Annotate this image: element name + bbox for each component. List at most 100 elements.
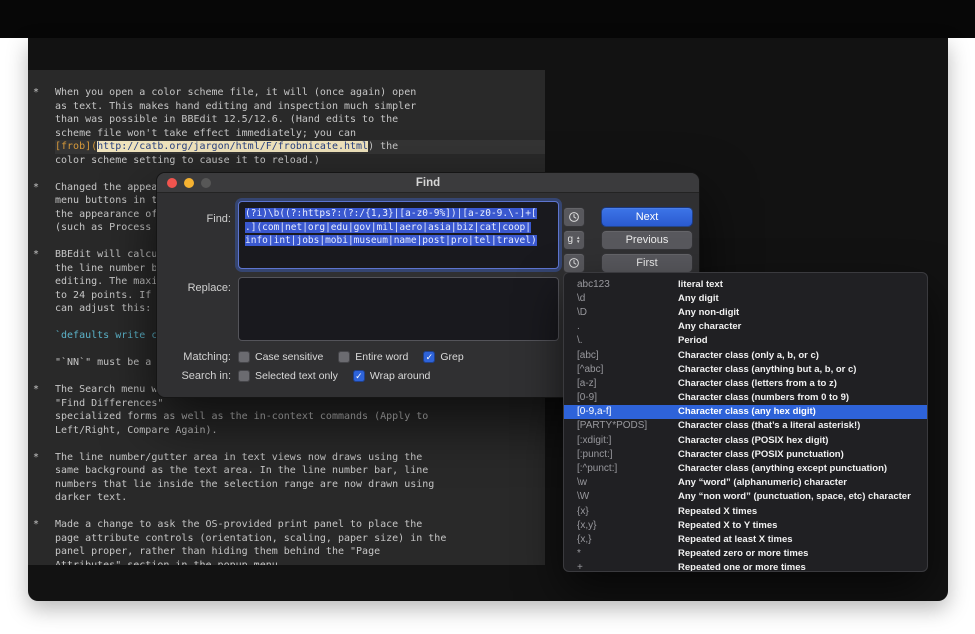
checkbox-entire-word[interactable]: Entire word <box>338 351 408 363</box>
pattern-description: Character class (any hex digit) <box>678 406 816 417</box>
pattern-description: Period <box>678 335 708 346</box>
pattern: \d <box>564 293 678 304</box>
grep-menu-item[interactable]: {x,}Repeated at least X times <box>564 532 927 546</box>
grep-menu-item[interactable]: [:xdigit:]Character class (POSIX hex dig… <box>564 433 927 447</box>
grep-menu-item[interactable]: \wAny “word” (alphanumeric) character <box>564 476 927 490</box>
pattern: \W <box>564 491 678 502</box>
first-button[interactable]: First <box>601 253 693 273</box>
matching-options: Case sensitive Entire word ✓ Grep <box>238 349 464 364</box>
checkbox-label: Entire word <box>355 351 408 363</box>
find-label: Find: <box>157 213 231 225</box>
grep-menu-item[interactable]: [0-9,a-f]Character class (any hex digit) <box>564 405 927 419</box>
grep-menu-item[interactable]: [a-z]Character class (letters from a to … <box>564 376 927 390</box>
pattern: {x,} <box>564 534 678 545</box>
find-history-button[interactable] <box>563 207 585 227</box>
editor-line: numbers that lie inside the selection ra… <box>55 478 545 492</box>
highlighted-url[interactable]: http://catb.org/jargon/html/F/frobnicate… <box>97 141 368 152</box>
release-note-item: *Made a change to ask the OS-provided pr… <box>28 518 545 565</box>
bullet: * <box>33 451 39 465</box>
pattern-description: Repeated X to Y times <box>678 520 777 531</box>
editor-line: color scheme setting to cause it to relo… <box>55 154 545 168</box>
pattern-description: Character class (that’s a literal asteri… <box>678 420 860 431</box>
grep-menu-item[interactable]: .Any character <box>564 320 927 334</box>
editor-line: darker text. <box>55 491 545 505</box>
next-button[interactable]: Next <box>601 207 693 227</box>
top-banner <box>0 0 975 38</box>
checkbox-unchecked[interactable] <box>238 351 250 363</box>
popup-arrows-icon: ▲▼ <box>576 236 580 245</box>
pattern: [abc] <box>564 350 678 361</box>
pattern-description: Character class (anything but a, b, or c… <box>678 364 856 375</box>
clock-icon <box>568 211 580 223</box>
pattern: {x} <box>564 506 678 517</box>
search-in-options: Selected text only ✓ Wrap around <box>238 368 430 383</box>
matching-label: Matching: <box>157 351 231 363</box>
find-text-line: (?i)\b((?:https?:(?:/{1,3}|[a-z0-9%])|[a… <box>245 207 552 221</box>
grep-menu-item[interactable]: *Repeated zero or more times <box>564 547 927 561</box>
pattern: \w <box>564 477 678 488</box>
grep-menu-item[interactable]: +Repeated one or more times <box>564 561 927 572</box>
pattern: [^abc] <box>564 364 678 375</box>
editor-line: page attribute controls (orientation, sc… <box>55 532 545 546</box>
previous-button[interactable]: Previous <box>601 230 693 250</box>
grep-menu-item[interactable]: {x}Repeated X times <box>564 504 927 518</box>
pattern: [0-9,a-f] <box>564 406 678 417</box>
line-tail: ) the <box>368 141 398 152</box>
grep-menu-item[interactable]: {x,y}Repeated X to Y times <box>564 518 927 532</box>
grep-menu-item[interactable]: [abc]Character class (only a, b, or c) <box>564 348 927 362</box>
grep-menu-item[interactable]: [PARTY*PODS]Character class (that’s a li… <box>564 419 927 433</box>
grep-pattern-menu-button[interactable]: g ▲▼ <box>563 230 585 250</box>
grep-menu-item[interactable]: [^abc]Character class (anything but a, b… <box>564 362 927 376</box>
editor-line: When you open a color scheme file, it wi… <box>55 86 545 100</box>
release-note-item: *The line number/gutter area in text vie… <box>28 451 545 505</box>
bullet: * <box>33 248 39 262</box>
grep-menu-item[interactable]: [:^punct:]Character class (anything exce… <box>564 461 927 475</box>
checkbox-grep[interactable]: ✓ Grep <box>423 351 463 363</box>
pattern: [:xdigit:] <box>564 435 678 446</box>
grep-menu-item[interactable]: abc123literal text <box>564 277 927 291</box>
find-input[interactable]: (?i)\b((?:https?:(?:/{1,3}|[a-z0-9%])|[a… <box>238 201 559 269</box>
pattern: [a-z] <box>564 378 678 389</box>
checkbox-selected-text-only[interactable]: Selected text only <box>238 370 338 382</box>
grep-menu-item[interactable]: \WAny “non word” (punctuation, space, et… <box>564 490 927 504</box>
editor-line: "Find Differences" <box>55 397 545 411</box>
editor-line: Left/Right, Compare Again). <box>55 424 545 438</box>
checkbox-unchecked[interactable] <box>338 351 350 363</box>
checkbox-case-sensitive[interactable]: Case sensitive <box>238 351 323 363</box>
pattern-description: Character class (only a, b, or c) <box>678 350 819 361</box>
checkbox-wrap-around[interactable]: ✓ Wrap around <box>353 370 431 382</box>
editor-line: same background as the text area. In the… <box>55 464 545 478</box>
checkbox-checked[interactable]: ✓ <box>353 370 365 382</box>
pattern: {x,y} <box>564 520 678 531</box>
pattern: . <box>564 321 678 332</box>
editor-line: panel proper, rather than hiding them be… <box>55 545 545 559</box>
grep-menu-item[interactable]: \dAny digit <box>564 291 927 305</box>
checkbox-label: Case sensitive <box>255 351 323 363</box>
grep-cheatsheet-menu: abc123literal text\dAny digit\DAny non-d… <box>563 272 928 572</box>
replace-input[interactable] <box>238 277 559 341</box>
grep-menu-item[interactable]: \DAny non-digit <box>564 305 927 319</box>
grep-menu-item[interactable]: \.Period <box>564 334 927 348</box>
dialog-titlebar[interactable]: Find <box>157 173 699 193</box>
checkbox-label: Wrap around <box>370 370 431 382</box>
pattern-description: Character class (letters from a to z) <box>678 378 837 389</box>
checkbox-label: Grep <box>440 351 463 363</box>
checkbox-checked[interactable]: ✓ <box>423 351 435 363</box>
pattern: * <box>564 548 678 559</box>
find-text-line: info|int|jobs|mobi|museum|name|post|pro|… <box>245 234 552 248</box>
markdown-link-syntax: [frob]( <box>55 141 97 152</box>
editor-line: specialized forms as well as the in-cont… <box>55 410 545 424</box>
pattern-description: Repeated zero or more times <box>678 548 808 559</box>
pattern-description: Repeated one or more times <box>678 562 806 572</box>
pattern-description: Any “word” (alphanumeric) character <box>678 477 847 488</box>
pattern: abc123 <box>564 279 678 290</box>
grep-menu-item[interactable]: [:punct:]Character class (POSIX punctuat… <box>564 447 927 461</box>
checkbox-unchecked[interactable] <box>238 370 250 382</box>
pattern-description: Repeated X times <box>678 506 757 517</box>
grep-menu-item[interactable]: [0-9]Character class (numbers from 0 to … <box>564 391 927 405</box>
grep-button-label: g <box>567 235 573 245</box>
replace-history-button[interactable] <box>563 253 585 273</box>
bullet: * <box>33 518 39 532</box>
bullet: * <box>33 383 39 397</box>
editor-line: as text. This makes hand editing and ins… <box>55 100 545 114</box>
